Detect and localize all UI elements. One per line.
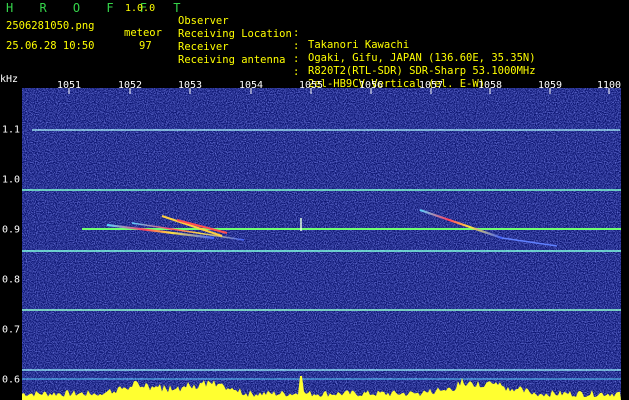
spectrogram-plot	[22, 88, 621, 400]
spectrogram-panel[interactable]	[22, 88, 621, 400]
axis-unit-label: kHz	[0, 74, 19, 85]
info-separator: :	[293, 40, 300, 52]
info-separator: :	[293, 53, 300, 65]
header-panel: H R O F F T 1.0.0 2506281050.png 25.06.2…	[0, 0, 629, 90]
y-tick-label: 0.7	[1, 324, 20, 336]
info-value: Takanori Kawachi	[308, 39, 410, 51]
file-name: 2506281050.png	[6, 20, 95, 32]
plot-noise	[22, 88, 621, 400]
y-tick-label: 0.8	[1, 274, 20, 286]
info-label: Receiving antenna	[178, 54, 286, 66]
app-logo: H R O F F T	[6, 1, 190, 15]
info-separator: :	[293, 27, 300, 39]
info-separator: :	[293, 66, 300, 78]
info-value: Ogaki, Gifu, JAPAN (136.60E, 35.35N)	[308, 52, 536, 64]
detection-label: meteor	[124, 27, 162, 39]
y-tick-label: 0.9	[1, 224, 20, 236]
y-tick-label: 1.0	[1, 174, 20, 186]
info-value: R820T2(RTL-SDR) SDR-Sharp 53.1000MHz	[308, 65, 536, 77]
y-tick-label: 1.1	[1, 124, 20, 136]
detection-count: 97	[139, 40, 152, 52]
app-version: 1.0.0	[125, 3, 156, 14]
y-tick-label: 0.6	[1, 374, 20, 386]
file-timestamp: 25.06.28 10:50	[6, 40, 95, 52]
